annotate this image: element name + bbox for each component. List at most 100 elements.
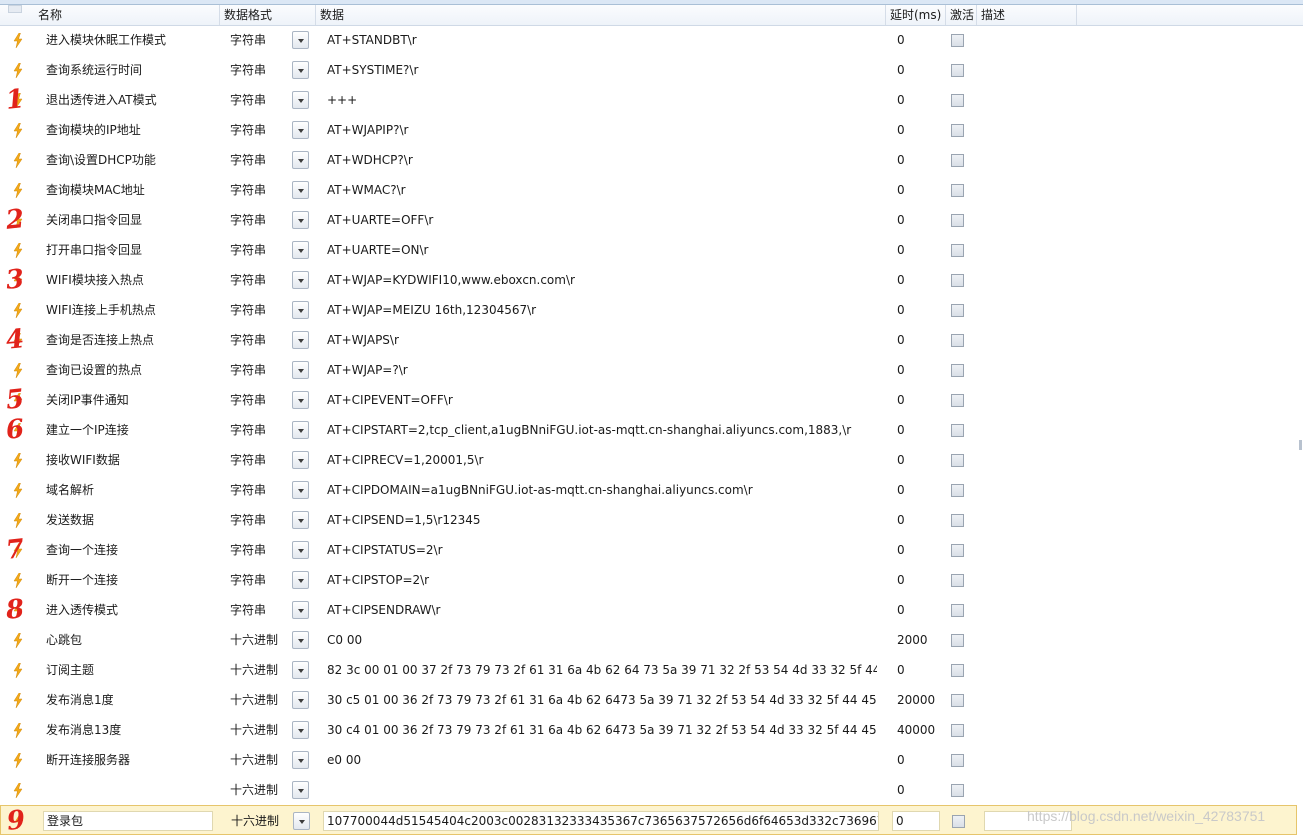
send-lightning-icon[interactable] (13, 632, 23, 649)
active-checkbox[interactable] (951, 64, 964, 77)
table-row[interactable]: 打开串口指令回显 字符串 AT+UARTE=ON\r 0 (0, 235, 1297, 265)
name-edit-field[interactable]: 登录包 (43, 811, 213, 831)
active-checkbox[interactable] (951, 484, 964, 497)
format-dropdown-button[interactable] (292, 481, 309, 499)
active-checkbox[interactable] (951, 214, 964, 227)
format-dropdown-button[interactable] (293, 812, 310, 830)
send-lightning-icon[interactable] (13, 62, 23, 79)
table-row[interactable]: 6 建立一个IP连接 字符串 AT+CIPSTART=2,tcp_client,a1u… (0, 414, 1297, 446)
table-row[interactable]: 8 进入透传模式 字符串 AT+CIPSENDRAW\r 0 (0, 594, 1297, 626)
active-checkbox[interactable] (951, 184, 964, 197)
scrollbar-grip[interactable] (1299, 440, 1302, 450)
table-row[interactable]: 断开一个连接 字符串 AT+CIPSTOP=2\r 0 (0, 565, 1297, 595)
active-checkbox[interactable] (951, 784, 964, 797)
table-row[interactable]: 查询\设置DHCP功能 字符串 AT+WDHCP?\r 0 (0, 145, 1297, 175)
table-row[interactable]: 心跳包 十六进制 C0 00 2000 (0, 625, 1297, 655)
header-data[interactable]: 数据 (316, 5, 886, 25)
format-dropdown-button[interactable] (292, 541, 309, 559)
table-row[interactable]: 查询已设置的热点 字符串 AT+WJAP=?\r 0 (0, 355, 1297, 385)
active-checkbox[interactable] (951, 244, 964, 257)
send-lightning-icon[interactable] (13, 152, 23, 169)
column-chooser-icon[interactable] (8, 5, 22, 13)
send-lightning-icon[interactable] (13, 752, 23, 769)
format-dropdown-button[interactable] (292, 421, 309, 439)
table-row[interactable]: 查询模块的IP地址 字符串 AT+WJAPIP?\r 0 (0, 115, 1297, 145)
table-row[interactable]: 1 退出透传进入AT模式 字符串 +++ 0 (0, 84, 1297, 116)
active-checkbox[interactable] (951, 424, 964, 437)
format-dropdown-button[interactable] (292, 391, 309, 409)
format-dropdown-button[interactable] (292, 121, 309, 139)
active-checkbox[interactable] (951, 754, 964, 767)
delay-edit-field[interactable]: 0 (892, 811, 940, 831)
format-dropdown-button[interactable] (292, 721, 309, 739)
format-dropdown-button[interactable] (292, 631, 309, 649)
table-row[interactable]: 查询系统运行时间 字符串 AT+SYSTIME?\r 0 (0, 55, 1297, 85)
send-lightning-icon[interactable] (13, 362, 23, 379)
table-row[interactable]: 域名解析 字符串 AT+CIPDOMAIN=a1ugBNniFGU.iot-as-m… (0, 475, 1297, 505)
send-lightning-icon[interactable] (13, 242, 23, 259)
table-row[interactable]: 订阅主题 十六进制 82 3c 00 01 00 37 2f 73 79 73 2f… (0, 655, 1297, 685)
active-checkbox[interactable] (951, 634, 964, 647)
format-dropdown-button[interactable] (292, 61, 309, 79)
table-row[interactable]: 断开连接服务器 十六进制 e0 00 0 (0, 745, 1297, 775)
format-dropdown-button[interactable] (292, 361, 309, 379)
format-dropdown-button[interactable] (292, 241, 309, 259)
header-desc[interactable]: 描述 (977, 5, 1077, 25)
active-checkbox[interactable] (951, 94, 964, 107)
table-row[interactable]: 4 查询是否连接上热点 字符串 AT+WJAPS\r 0 (0, 324, 1297, 356)
format-dropdown-button[interactable] (292, 751, 309, 769)
active-checkbox[interactable] (951, 514, 964, 527)
table-row[interactable]: 接收WIFI数据 字符串 AT+CIPRECV=1,20001,5\r 0 (0, 445, 1297, 475)
send-lightning-icon[interactable] (13, 452, 23, 469)
format-dropdown-button[interactable] (292, 601, 309, 619)
active-checkbox[interactable] (951, 604, 964, 617)
send-lightning-icon[interactable] (13, 32, 23, 49)
format-dropdown-button[interactable] (292, 661, 309, 679)
format-dropdown-button[interactable] (292, 181, 309, 199)
send-lightning-icon[interactable] (13, 662, 23, 679)
table-row[interactable]: 发送数据 字符串 AT+CIPSEND=1,5\r12345 0 (0, 505, 1297, 535)
active-checkbox[interactable] (951, 364, 964, 377)
format-dropdown-button[interactable] (292, 451, 309, 469)
table-row[interactable]: 3 WIFI模块接入热点 字符串 AT+WJAP=KYDWIFI10,www.ebox… (0, 264, 1297, 296)
table-row[interactable]: WIFI连接上手机热点 字符串 AT+WJAP=MEIZU 16th,1230456… (0, 295, 1297, 325)
active-checkbox[interactable] (951, 394, 964, 407)
active-checkbox[interactable] (951, 34, 964, 47)
active-checkbox[interactable] (951, 124, 964, 137)
table-row[interactable]: 7 查询一个连接 字符串 AT+CIPSTATUS=2\r 0 (0, 534, 1297, 566)
table-row[interactable]: 5 关闭IP事件通知 字符串 AT+CIPEVENT=OFF\r 0 (0, 384, 1297, 416)
send-lightning-icon[interactable] (13, 512, 23, 529)
table-row[interactable]: 查询模块MAC地址 字符串 AT+WMAC?\r 0 (0, 175, 1297, 205)
active-checkbox[interactable] (951, 274, 964, 287)
data-edit-field[interactable]: 107700044d51545404c2003c0028313233343536… (323, 811, 879, 831)
format-dropdown-button[interactable] (292, 271, 309, 289)
send-lightning-icon[interactable] (13, 692, 23, 709)
active-checkbox[interactable] (951, 664, 964, 677)
active-checkbox[interactable] (951, 574, 964, 587)
format-dropdown-button[interactable] (292, 301, 309, 319)
table-row[interactable]: 发布消息1度 十六进制 30 c5 01 00 36 2f 73 79 73 2f … (0, 685, 1297, 715)
table-row[interactable]: 十六进制 0 (0, 775, 1297, 805)
send-lightning-icon[interactable] (13, 482, 23, 499)
active-checkbox[interactable] (951, 154, 964, 167)
send-lightning-icon[interactable] (13, 122, 23, 139)
format-dropdown-button[interactable] (292, 31, 309, 49)
active-checkbox[interactable] (951, 724, 964, 737)
header-format[interactable]: 数据格式 (220, 5, 316, 25)
table-row[interactable]: 2 关闭串口指令回显 字符串 AT+UARTE=OFF\r 0 (0, 204, 1297, 236)
table-row[interactable]: 进入模块休眠工作模式 字符串 AT+STANDBT\r 0 (0, 25, 1297, 55)
table-row[interactable]: 发布消息13度 十六进制 30 c4 01 00 36 2f 73 79 73 2f… (0, 715, 1297, 745)
header-delay[interactable]: 延时(ms) (886, 5, 946, 25)
format-dropdown-button[interactable] (292, 571, 309, 589)
format-dropdown-button[interactable] (292, 151, 309, 169)
send-lightning-icon[interactable] (13, 782, 23, 799)
send-lightning-icon[interactable] (13, 572, 23, 589)
send-lightning-icon[interactable] (13, 182, 23, 199)
format-dropdown-button[interactable] (292, 781, 309, 799)
active-checkbox[interactable] (951, 544, 964, 557)
send-lightning-icon[interactable] (13, 302, 23, 319)
header-name[interactable]: 名称 (34, 5, 220, 25)
format-dropdown-button[interactable] (292, 91, 309, 109)
format-dropdown-button[interactable] (292, 211, 309, 229)
active-checkbox[interactable] (951, 694, 964, 707)
